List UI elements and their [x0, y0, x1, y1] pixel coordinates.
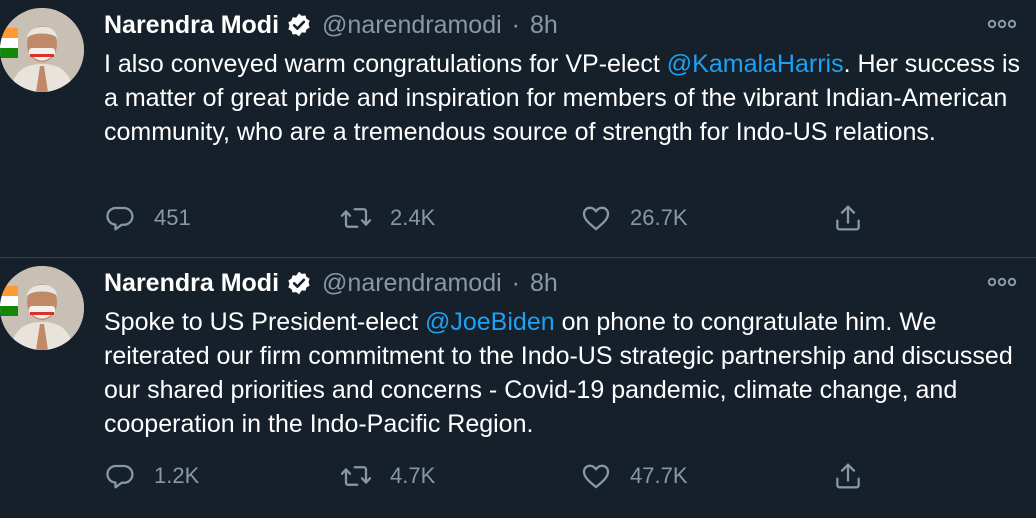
tweet-text: I also conveyed warm congratulations for… [104, 47, 1024, 149]
avatar-image [0, 266, 84, 350]
tweet-header: Narendra Modi @narendramodi · 8h [104, 266, 558, 300]
retweet-count: 4.7K [390, 463, 436, 488]
reply-count: 1.2K [154, 463, 200, 488]
retweet-icon [340, 208, 372, 228]
tweet-time[interactable]: 8h [530, 269, 558, 298]
author-name[interactable]: Narendra Modi [104, 11, 279, 40]
reply-button[interactable]: 451 [104, 198, 191, 238]
like-count: 47.7K [630, 463, 688, 488]
mention-link[interactable]: @JoeBiden [425, 308, 555, 336]
tweet-actions: 451 2.4K 26.7K [104, 198, 874, 238]
more-options-icon[interactable] [986, 274, 1018, 290]
author-handle[interactable]: @narendramodi [322, 269, 502, 298]
separator-dot: · [511, 10, 520, 39]
like-icon [582, 206, 610, 231]
tweet-time[interactable]: 8h [530, 11, 558, 40]
tweet-text-part: I also conveyed warm congratulations for… [104, 50, 667, 78]
reply-icon [106, 206, 134, 231]
like-button[interactable]: 26.7K [580, 198, 688, 238]
separator-dot: · [511, 268, 520, 297]
reply-icon [106, 464, 134, 489]
retweet-count: 2.4K [390, 205, 436, 230]
tweet-text-part: Spoke to US President-elect [104, 308, 425, 336]
more-options-icon[interactable] [986, 16, 1018, 32]
verified-badge-icon [288, 13, 310, 37]
like-button[interactable]: 47.7K [580, 456, 688, 496]
retweet-icon [340, 466, 372, 486]
verified-badge-icon [288, 271, 310, 295]
share-icon [836, 205, 860, 231]
like-icon [582, 464, 610, 489]
reply-count: 451 [154, 205, 191, 230]
tweet[interactable]: Narendra Modi @narendramodi · 8h Spoke t… [0, 258, 1036, 518]
reply-button[interactable]: 1.2K [104, 456, 199, 496]
mention-link[interactable]: @KamalaHarris [667, 50, 844, 78]
share-button[interactable] [832, 198, 864, 238]
author-handle[interactable]: @narendramodi [322, 11, 502, 40]
tweet-header: Narendra Modi @narendramodi · 8h [104, 8, 558, 42]
avatar[interactable] [0, 8, 84, 92]
share-icon [836, 463, 860, 489]
share-button[interactable] [832, 456, 864, 496]
author-name[interactable]: Narendra Modi [104, 269, 279, 298]
like-count: 26.7K [630, 205, 688, 230]
retweet-button[interactable]: 2.4K [340, 198, 435, 238]
retweet-button[interactable]: 4.7K [340, 456, 435, 496]
avatar-image [0, 8, 84, 92]
tweet-text: Spoke to US President-elect @JoeBiden on… [104, 305, 1024, 441]
avatar[interactable] [0, 266, 84, 350]
tweet[interactable]: Narendra Modi @narendramodi · 8h I also … [0, 0, 1036, 258]
tweet-actions: 1.2K 4.7K 47.7K [104, 456, 874, 496]
